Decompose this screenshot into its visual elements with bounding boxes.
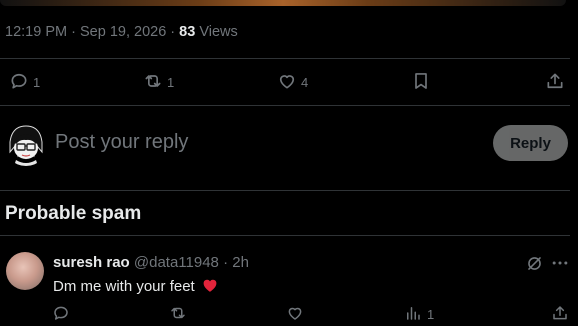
media-image-bottom[interactable] (0, 0, 566, 6)
views-label: Views (199, 24, 238, 40)
handle[interactable]: @data11948 (134, 254, 219, 271)
like-action[interactable]: 4 (277, 62, 308, 102)
share-icon (551, 304, 569, 325)
divider (0, 190, 570, 191)
views-icon (404, 304, 422, 325)
views-count: 83 (179, 24, 196, 40)
like-count: 4 (301, 74, 309, 90)
tweet-time[interactable]: 12:19 PM (5, 24, 67, 40)
post-text-content: Dm me with your feet (53, 278, 195, 295)
reply-action[interactable] (52, 304, 70, 325)
share-icon (545, 71, 565, 94)
share-action[interactable] (545, 62, 565, 102)
grok-icon[interactable] (523, 252, 545, 274)
post-actions: 1 (0, 304, 578, 326)
red-heart-icon (201, 276, 219, 298)
bookmark-icon (411, 71, 431, 94)
avatar[interactable] (4, 122, 48, 166)
meta-separator: · (223, 254, 229, 271)
like-action[interactable] (286, 304, 304, 325)
repost-icon (169, 304, 187, 325)
display-name[interactable]: suresh rao (53, 254, 130, 271)
reply-count: 1 (33, 74, 41, 90)
views-action[interactable]: 1 (404, 304, 434, 325)
more-icon[interactable] (549, 252, 571, 274)
repost-action[interactable]: 1 (143, 62, 174, 102)
bookmark-action[interactable] (411, 62, 431, 102)
divider (0, 58, 570, 59)
reply-icon (9, 71, 29, 94)
share-action[interactable] (551, 304, 569, 325)
repost-count: 1 (167, 74, 175, 90)
repost-action[interactable] (169, 304, 187, 325)
views-count: 1 (427, 307, 435, 322)
post-header: suresh rao @data11948 · 2h (53, 254, 249, 271)
like-icon (286, 304, 304, 325)
meta-separator: · (170, 24, 176, 40)
reply-composer: Reply (0, 114, 578, 176)
tweet-meta: 12:19 PM · Sep 19, 2026 · 83 Views (5, 24, 238, 40)
meta-separator: · (71, 24, 76, 40)
divider (0, 105, 570, 106)
list-item[interactable]: suresh rao @data11948 · 2h Dm me with yo… (0, 246, 578, 325)
divider (0, 235, 570, 236)
section-title: Probable spam (5, 203, 142, 224)
like-icon (277, 71, 297, 94)
repost-icon (143, 71, 163, 94)
tweet-date[interactable]: Sep 19, 2026 (80, 24, 166, 40)
reply-button[interactable]: Reply (493, 125, 568, 161)
reply-action[interactable]: 1 (9, 62, 40, 102)
tweet-actions: 1 1 4 (0, 62, 578, 102)
post-text: Dm me with your feet (53, 276, 219, 298)
reply-icon (52, 304, 70, 325)
reply-input[interactable] (55, 131, 435, 154)
post-time[interactable]: 2h (232, 254, 249, 271)
avatar[interactable] (6, 252, 44, 290)
